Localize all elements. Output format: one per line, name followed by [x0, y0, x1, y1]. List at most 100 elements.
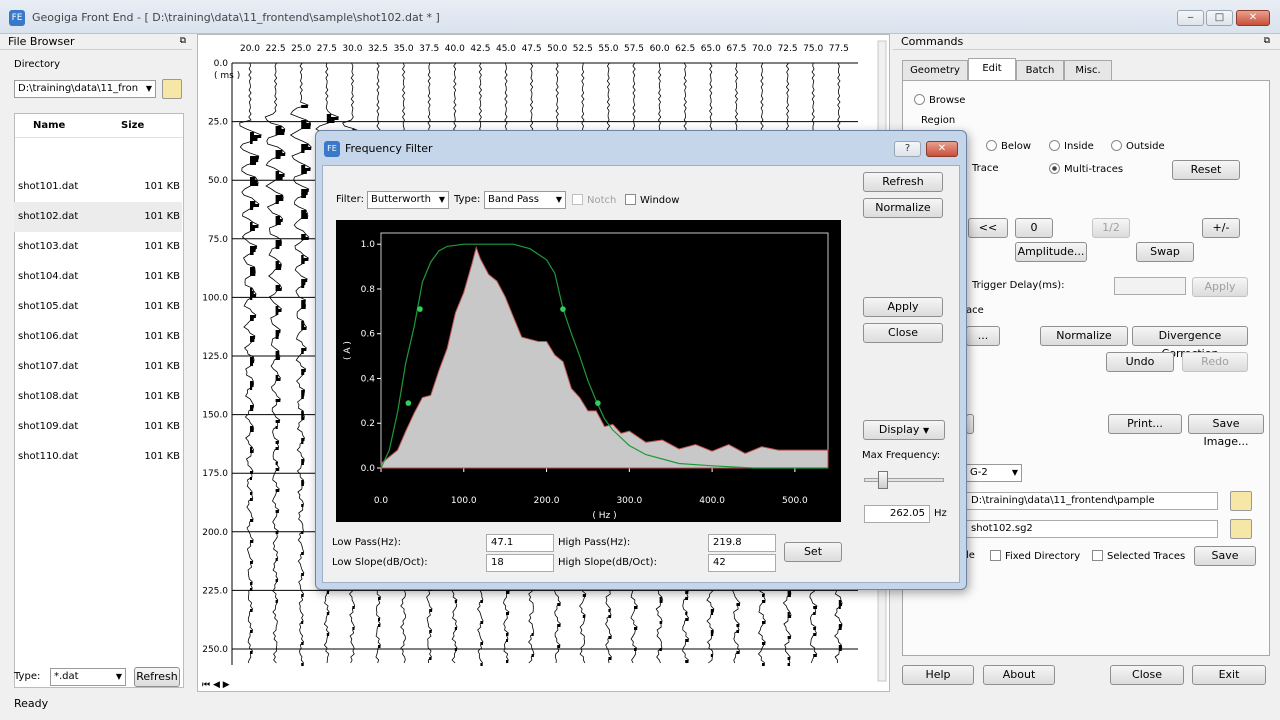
high-pass-input[interactable]: 219.8 [708, 534, 776, 552]
file-name: shot110.dat [18, 451, 79, 462]
close-button[interactable]: Close [1110, 665, 1184, 685]
radio-icon [1111, 140, 1122, 151]
file-row[interactable]: shot103.dat 101 KB [14, 232, 182, 262]
folder-open-icon[interactable] [162, 79, 182, 99]
plus-minus-button[interactable]: +/- [1202, 218, 1240, 238]
format-combo[interactable]: G-2 ▼ [966, 464, 1022, 482]
trace-label[interactable]: Trace [972, 163, 999, 174]
type-combo[interactable]: *.dat ▼ [50, 668, 126, 686]
window-checkbox[interactable]: Window [625, 194, 679, 206]
file-row[interactable]: shot108.dat 101 KB [14, 382, 182, 412]
below-radio[interactable]: Below [986, 140, 1031, 152]
help-button[interactable]: Help [902, 665, 974, 685]
float-panel-icon[interactable]: ⧉ [180, 36, 186, 46]
multitraces-radio[interactable]: Multi-traces [1049, 163, 1123, 175]
max-frequency-input[interactable]: 262.05 [864, 505, 930, 523]
y-tick-label: 200.0 [202, 528, 228, 538]
float-panel-icon[interactable]: ⧉ [1264, 36, 1270, 46]
inside-radio[interactable]: Inside [1049, 140, 1094, 152]
swap-button[interactable]: Swap [1136, 242, 1194, 262]
save-image-button[interactable]: Save Image... [1188, 414, 1264, 448]
close-dialog-button[interactable]: Close [863, 323, 943, 343]
tab-geometry[interactable]: Geometry [902, 60, 968, 80]
half-button[interactable]: 1/2 [1092, 218, 1130, 238]
filter-type-combo[interactable]: Band Pass ▼ [484, 191, 566, 209]
maximize-button[interactable]: □ [1206, 10, 1233, 26]
file-row[interactable]: shot106.dat 101 KB [14, 322, 182, 352]
x-tick-label: 40.0 [445, 44, 465, 54]
selected-traces-checkbox[interactable]: Selected Traces [1092, 550, 1185, 562]
partial-button[interactable] [966, 414, 974, 434]
file-row[interactable]: shot101.dat 101 KB [14, 172, 182, 202]
set-button[interactable]: Set [784, 542, 842, 562]
ellipsis-button[interactable]: ... [966, 326, 1000, 346]
x-tick-label: 77.5 [829, 44, 849, 54]
print-button[interactable]: Print... [1108, 414, 1182, 434]
fixed-directory-label: Fixed Directory [1005, 551, 1081, 562]
spectrum-chart[interactable]: 0.0 100.0 200.0 300.0 400.0 500.0 0.0 0.2 0.4 0.6… [336, 220, 841, 522]
divergence-correction-button[interactable]: Divergence Correction [1132, 326, 1248, 360]
fixed-directory-checkbox[interactable]: Fixed Directory [990, 550, 1080, 562]
dialog-close-icon[interactable]: ✕ [926, 141, 958, 157]
y-tick-label: 0.0 [361, 464, 376, 474]
folder-open-icon[interactable] [1230, 491, 1252, 511]
dialog-help-button[interactable]: ? [894, 141, 921, 157]
file-row[interactable]: shot105.dat 101 KB [14, 292, 182, 322]
reset-button[interactable]: Reset [1172, 160, 1240, 180]
apply-filter-button[interactable]: Apply [863, 297, 943, 317]
close-window-button[interactable]: ✕ [1236, 10, 1270, 26]
zero-button[interactable]: 0 [1015, 218, 1053, 238]
slider-handle[interactable] [878, 471, 888, 489]
output-directory-input[interactable]: D:\training\data\11_frontend\pample [966, 492, 1218, 510]
file-row[interactable]: shot104.dat 101 KB [14, 262, 182, 292]
exit-button[interactable]: Exit [1192, 665, 1266, 685]
file-name: shot101.dat [18, 181, 79, 192]
apply-trigger-button[interactable]: Apply [1192, 277, 1248, 297]
directory-combo[interactable]: D:\training\data\11_fron ▼ [14, 80, 156, 98]
file-row[interactable]: shot102.dat 101 KB [14, 202, 182, 232]
about-button[interactable]: About [983, 665, 1055, 685]
column-size[interactable]: Size [121, 120, 144, 131]
low-slope-input[interactable]: 18 [486, 554, 554, 572]
minimize-button[interactable]: ‒ [1177, 10, 1204, 26]
format-value: G-2 [970, 467, 988, 478]
refresh-spectrum-button[interactable]: Refresh [863, 172, 943, 192]
column-name[interactable]: Name [33, 120, 65, 131]
tab-edit[interactable]: Edit [968, 58, 1016, 80]
file-browser-panel: File Browser ⧉ Directory D:\training\dat… [0, 34, 192, 694]
undo-button[interactable]: Undo [1106, 352, 1174, 372]
high-slope-input[interactable]: 42 [708, 554, 776, 572]
shift-left-button[interactable]: << [968, 218, 1008, 238]
normalize-button[interactable]: Normalize [1040, 326, 1128, 346]
file-row[interactable]: shot110.dat 101 KB [14, 442, 182, 472]
refresh-files-button[interactable]: Refresh [134, 667, 180, 687]
amplitude-button[interactable]: Amplitude... [1015, 242, 1087, 262]
output-file-input[interactable]: shot102.sg2 [966, 520, 1218, 538]
display-button[interactable]: Display ▼ [863, 420, 945, 440]
low-slope-label: Low Slope(dB/Oct): [332, 557, 428, 568]
normalize-spectrum-button[interactable]: Normalize [863, 198, 943, 218]
redo-button[interactable]: Redo [1182, 352, 1248, 372]
x-tick-label: 57.5 [624, 44, 644, 54]
browse-radio[interactable]: Browse [914, 94, 965, 106]
max-frequency-slider[interactable] [864, 478, 944, 482]
y-tick-label: 1.0 [361, 240, 376, 250]
save-button[interactable]: Save [1194, 546, 1256, 566]
tab-misc[interactable]: Misc. [1064, 60, 1112, 80]
file-size: 101 KB [144, 331, 180, 342]
x-tick-label: 25.0 [291, 44, 311, 54]
folder-open-icon[interactable] [1230, 519, 1252, 539]
low-pass-input[interactable]: 47.1 [486, 534, 554, 552]
title-bar: FE Geogiga Front End - [ D:\training\dat… [0, 0, 1280, 34]
filter-combo[interactable]: Butterworth ▼ [367, 191, 449, 209]
file-row[interactable]: shot109.dat 101 KB [14, 412, 182, 442]
outside-radio[interactable]: Outside [1111, 140, 1165, 152]
notch-checkbox[interactable]: Notch [572, 194, 616, 206]
file-size: 101 KB [144, 271, 180, 282]
trigger-delay-input[interactable] [1114, 277, 1186, 295]
tab-batch[interactable]: Batch [1016, 60, 1064, 80]
file-size: 101 KB [144, 421, 180, 432]
app-icon: FE [9, 10, 25, 26]
file-row[interactable]: shot107.dat 101 KB [14, 352, 182, 382]
x-tick-label: 55.0 [598, 44, 618, 54]
